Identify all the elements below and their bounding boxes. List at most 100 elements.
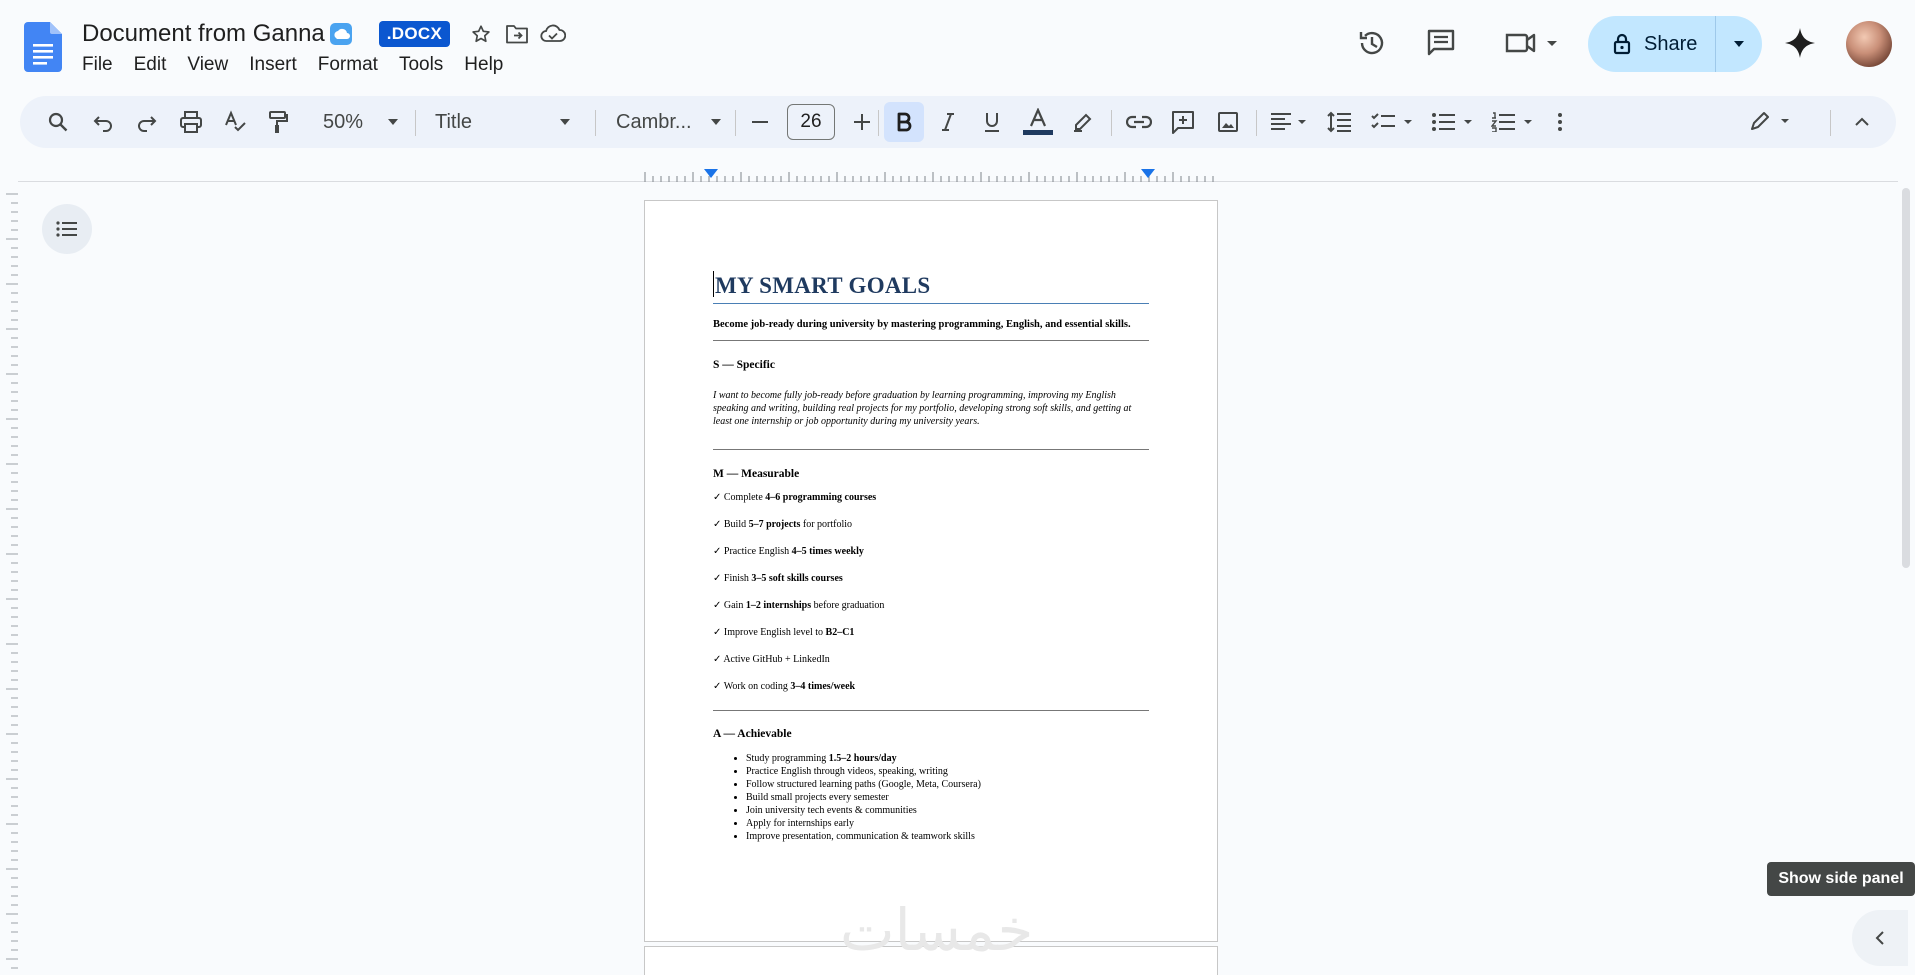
zoom-select[interactable]: 50% (308, 96, 378, 148)
achievable-item: Apply for internships early (746, 817, 1149, 830)
italic-icon[interactable] (928, 96, 968, 148)
heading-specific: S — Specific (713, 359, 775, 371)
ruler-left-indent-marker[interactable] (704, 169, 718, 178)
measurable-item-bold: 4–5 times weekly (791, 546, 864, 558)
measurable-item: ✓ Active GitHub + LinkedIn (713, 653, 1149, 666)
menu-edit[interactable]: Edit (134, 52, 176, 78)
editing-mode-icon[interactable] (1742, 96, 1802, 148)
measurable-item-text: ✓ Practice English (713, 546, 792, 558)
divider (713, 449, 1149, 451)
undo-icon[interactable] (83, 96, 123, 148)
achievable-item-text: Study programming (746, 753, 829, 765)
app-header: Document from Ganna .DOCX File Edit View… (0, 0, 1915, 88)
menu-format[interactable]: Format (318, 52, 387, 78)
toolbar-divider (1830, 110, 1831, 136)
menu-file[interactable]: File (82, 52, 122, 78)
font-caret-icon[interactable] (706, 96, 726, 148)
comments-icon[interactable] (1424, 26, 1458, 60)
font-size-input[interactable]: 26 (787, 104, 835, 140)
ruler-right-indent-marker[interactable] (1141, 169, 1155, 178)
measurable-item-text: before graduation (811, 600, 885, 612)
docs-logo-icon[interactable] (24, 22, 64, 72)
menu-view[interactable]: View (187, 52, 237, 78)
achievable-item: Build small projects every semester (746, 791, 1149, 804)
achievable-list: Study programming 1.5–2 hours/dayPractic… (713, 752, 1149, 843)
bold-icon[interactable] (884, 96, 924, 148)
document-page[interactable]: MY SMART GOALS Become job-ready during u… (644, 200, 1218, 942)
document-title[interactable]: Document from Ganna (82, 18, 325, 50)
star-icon[interactable] (468, 21, 494, 47)
measurable-list: ✓ Complete 4–6 programming courses ✓ Buil… (713, 491, 1149, 693)
horizontal-ruler[interactable] (643, 168, 1218, 182)
document-body[interactable]: MY SMART GOALS Become job-ready during u… (713, 271, 1149, 843)
format-badge: .DOCX (378, 21, 451, 47)
bulleted-list-icon[interactable] (1428, 96, 1478, 148)
increase-font-size-icon[interactable] (844, 96, 880, 148)
decrease-font-size-icon[interactable] (742, 96, 778, 148)
show-side-panel-button[interactable] (1852, 910, 1908, 966)
highlight-color-icon[interactable] (1063, 96, 1103, 148)
style-caret-icon[interactable] (555, 96, 575, 148)
toolbar-divider (1111, 110, 1112, 136)
checklist-icon[interactable] (1368, 96, 1418, 148)
zoom-caret-icon[interactable] (383, 96, 403, 148)
vertical-ruler[interactable] (0, 190, 20, 975)
measurable-item-text: ✓ Active GitHub + LinkedIn (713, 654, 830, 666)
achievable-item: Practice English through videos, speakin… (746, 765, 1149, 778)
measurable-item: ✓ Finish 3–5 soft skills courses (713, 572, 1149, 585)
link-icon[interactable] (1119, 96, 1159, 148)
text-color-icon[interactable] (1017, 96, 1059, 148)
measurable-item-bold: 5–7 projects (748, 519, 801, 531)
menu-insert[interactable]: Insert (249, 52, 306, 78)
measurable-item-text: ✓ Build (713, 519, 749, 531)
redo-icon[interactable] (127, 96, 167, 148)
measurable-item-bold: B2–C1 (825, 627, 855, 639)
spellcheck-icon[interactable] (215, 96, 255, 148)
insert-image-icon[interactable] (1208, 96, 1248, 148)
measurable-item-bold: 1–2 internships (745, 600, 812, 612)
doc-title-text: MY SMART GOALS (715, 273, 931, 298)
more-options-icon[interactable] (1545, 96, 1575, 148)
measurable-item: ✓ Work on coding 3–4 times/week (713, 680, 1149, 693)
numbered-list-icon[interactable] (1488, 96, 1538, 148)
measurable-item-text: ✓ Improve English level to (713, 627, 826, 639)
style-select[interactable]: Title (435, 96, 495, 148)
doc-title-heading[interactable]: MY SMART GOALS (713, 271, 1149, 304)
vertical-scrollbar[interactable] (1902, 188, 1910, 568)
share-button[interactable]: Share (1588, 16, 1762, 72)
print-icon[interactable] (171, 96, 211, 148)
font-select[interactable]: Cambr... (616, 96, 700, 148)
gemini-icon[interactable] (1783, 26, 1817, 60)
share-dropdown[interactable] (1716, 16, 1762, 72)
share-main-button[interactable]: Share (1588, 16, 1716, 72)
move-folder-icon[interactable] (504, 21, 530, 47)
measurable-item: ✓ Complete 4–6 programming courses (713, 491, 1149, 504)
meet-icon[interactable] (1500, 26, 1562, 60)
measurable-item-text: ✓ Work on coding (713, 681, 791, 693)
cloud-status-icon[interactable] (540, 21, 567, 47)
menu-bar: File Edit View Insert Format Tools Help (82, 52, 524, 78)
achievable-item-text: Practice English through videos, speakin… (746, 766, 948, 778)
menu-tools[interactable]: Tools (399, 52, 452, 78)
achievable-item-text: Join university tech events & communitie… (746, 805, 917, 817)
heading-measurable: M — Measurable (713, 468, 800, 481)
search-icon[interactable] (38, 96, 78, 148)
lock-icon (1613, 33, 1631, 55)
watermark: خمسات (840, 896, 1034, 964)
avatar[interactable] (1846, 21, 1892, 67)
line-spacing-icon[interactable] (1320, 96, 1360, 148)
outline-button[interactable] (42, 204, 92, 254)
align-icon[interactable] (1264, 96, 1314, 148)
underline-icon[interactable] (972, 96, 1012, 148)
history-icon[interactable] (1355, 26, 1389, 60)
achievable-item-text: Follow structured learning paths (Google… (746, 779, 981, 791)
toolbar-divider (878, 110, 879, 136)
menu-help[interactable]: Help (464, 52, 512, 78)
achievable-item: Join university tech events & communitie… (746, 804, 1149, 817)
collapse-menus-icon[interactable] (1842, 96, 1882, 148)
measurable-item-text: ✓ Complete (713, 492, 766, 504)
caret-down-icon (1734, 41, 1744, 47)
achievable-item-text: Improve presentation, communication & te… (746, 831, 975, 843)
add-comment-icon[interactable] (1163, 96, 1203, 148)
paint-format-icon[interactable] (258, 96, 298, 148)
